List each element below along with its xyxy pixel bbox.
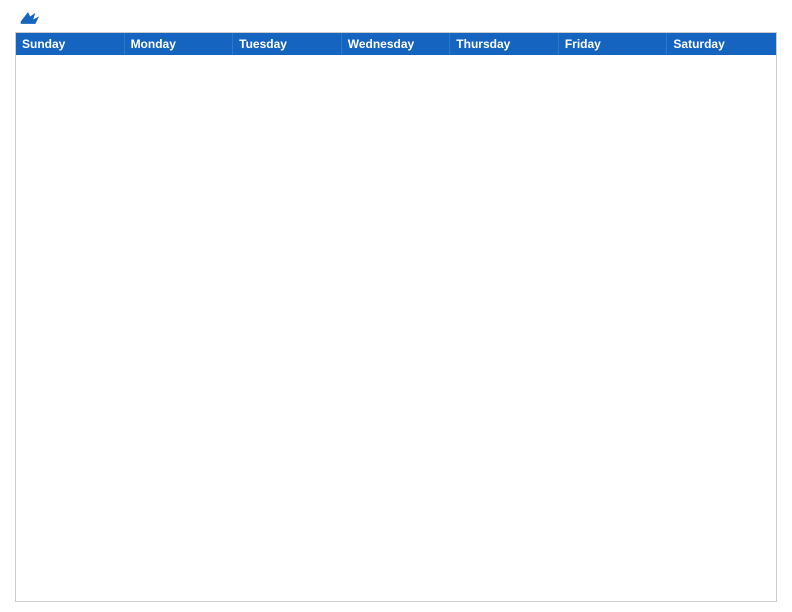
- page: Sunday Monday Tuesday Wednesday Thursday…: [0, 0, 792, 612]
- header: [15, 10, 777, 26]
- calendar-body: [16, 55, 776, 601]
- header-saturday: Saturday: [667, 33, 776, 55]
- header-sunday: Sunday: [16, 33, 125, 55]
- logo: [15, 10, 39, 26]
- calendar-header: Sunday Monday Tuesday Wednesday Thursday…: [16, 33, 776, 55]
- header-thursday: Thursday: [450, 33, 559, 55]
- logo-text: [15, 10, 39, 26]
- header-friday: Friday: [559, 33, 668, 55]
- logo-bird-icon: [17, 10, 39, 26]
- header-tuesday: Tuesday: [233, 33, 342, 55]
- header-wednesday: Wednesday: [342, 33, 451, 55]
- header-monday: Monday: [125, 33, 234, 55]
- calendar: Sunday Monday Tuesday Wednesday Thursday…: [15, 32, 777, 602]
